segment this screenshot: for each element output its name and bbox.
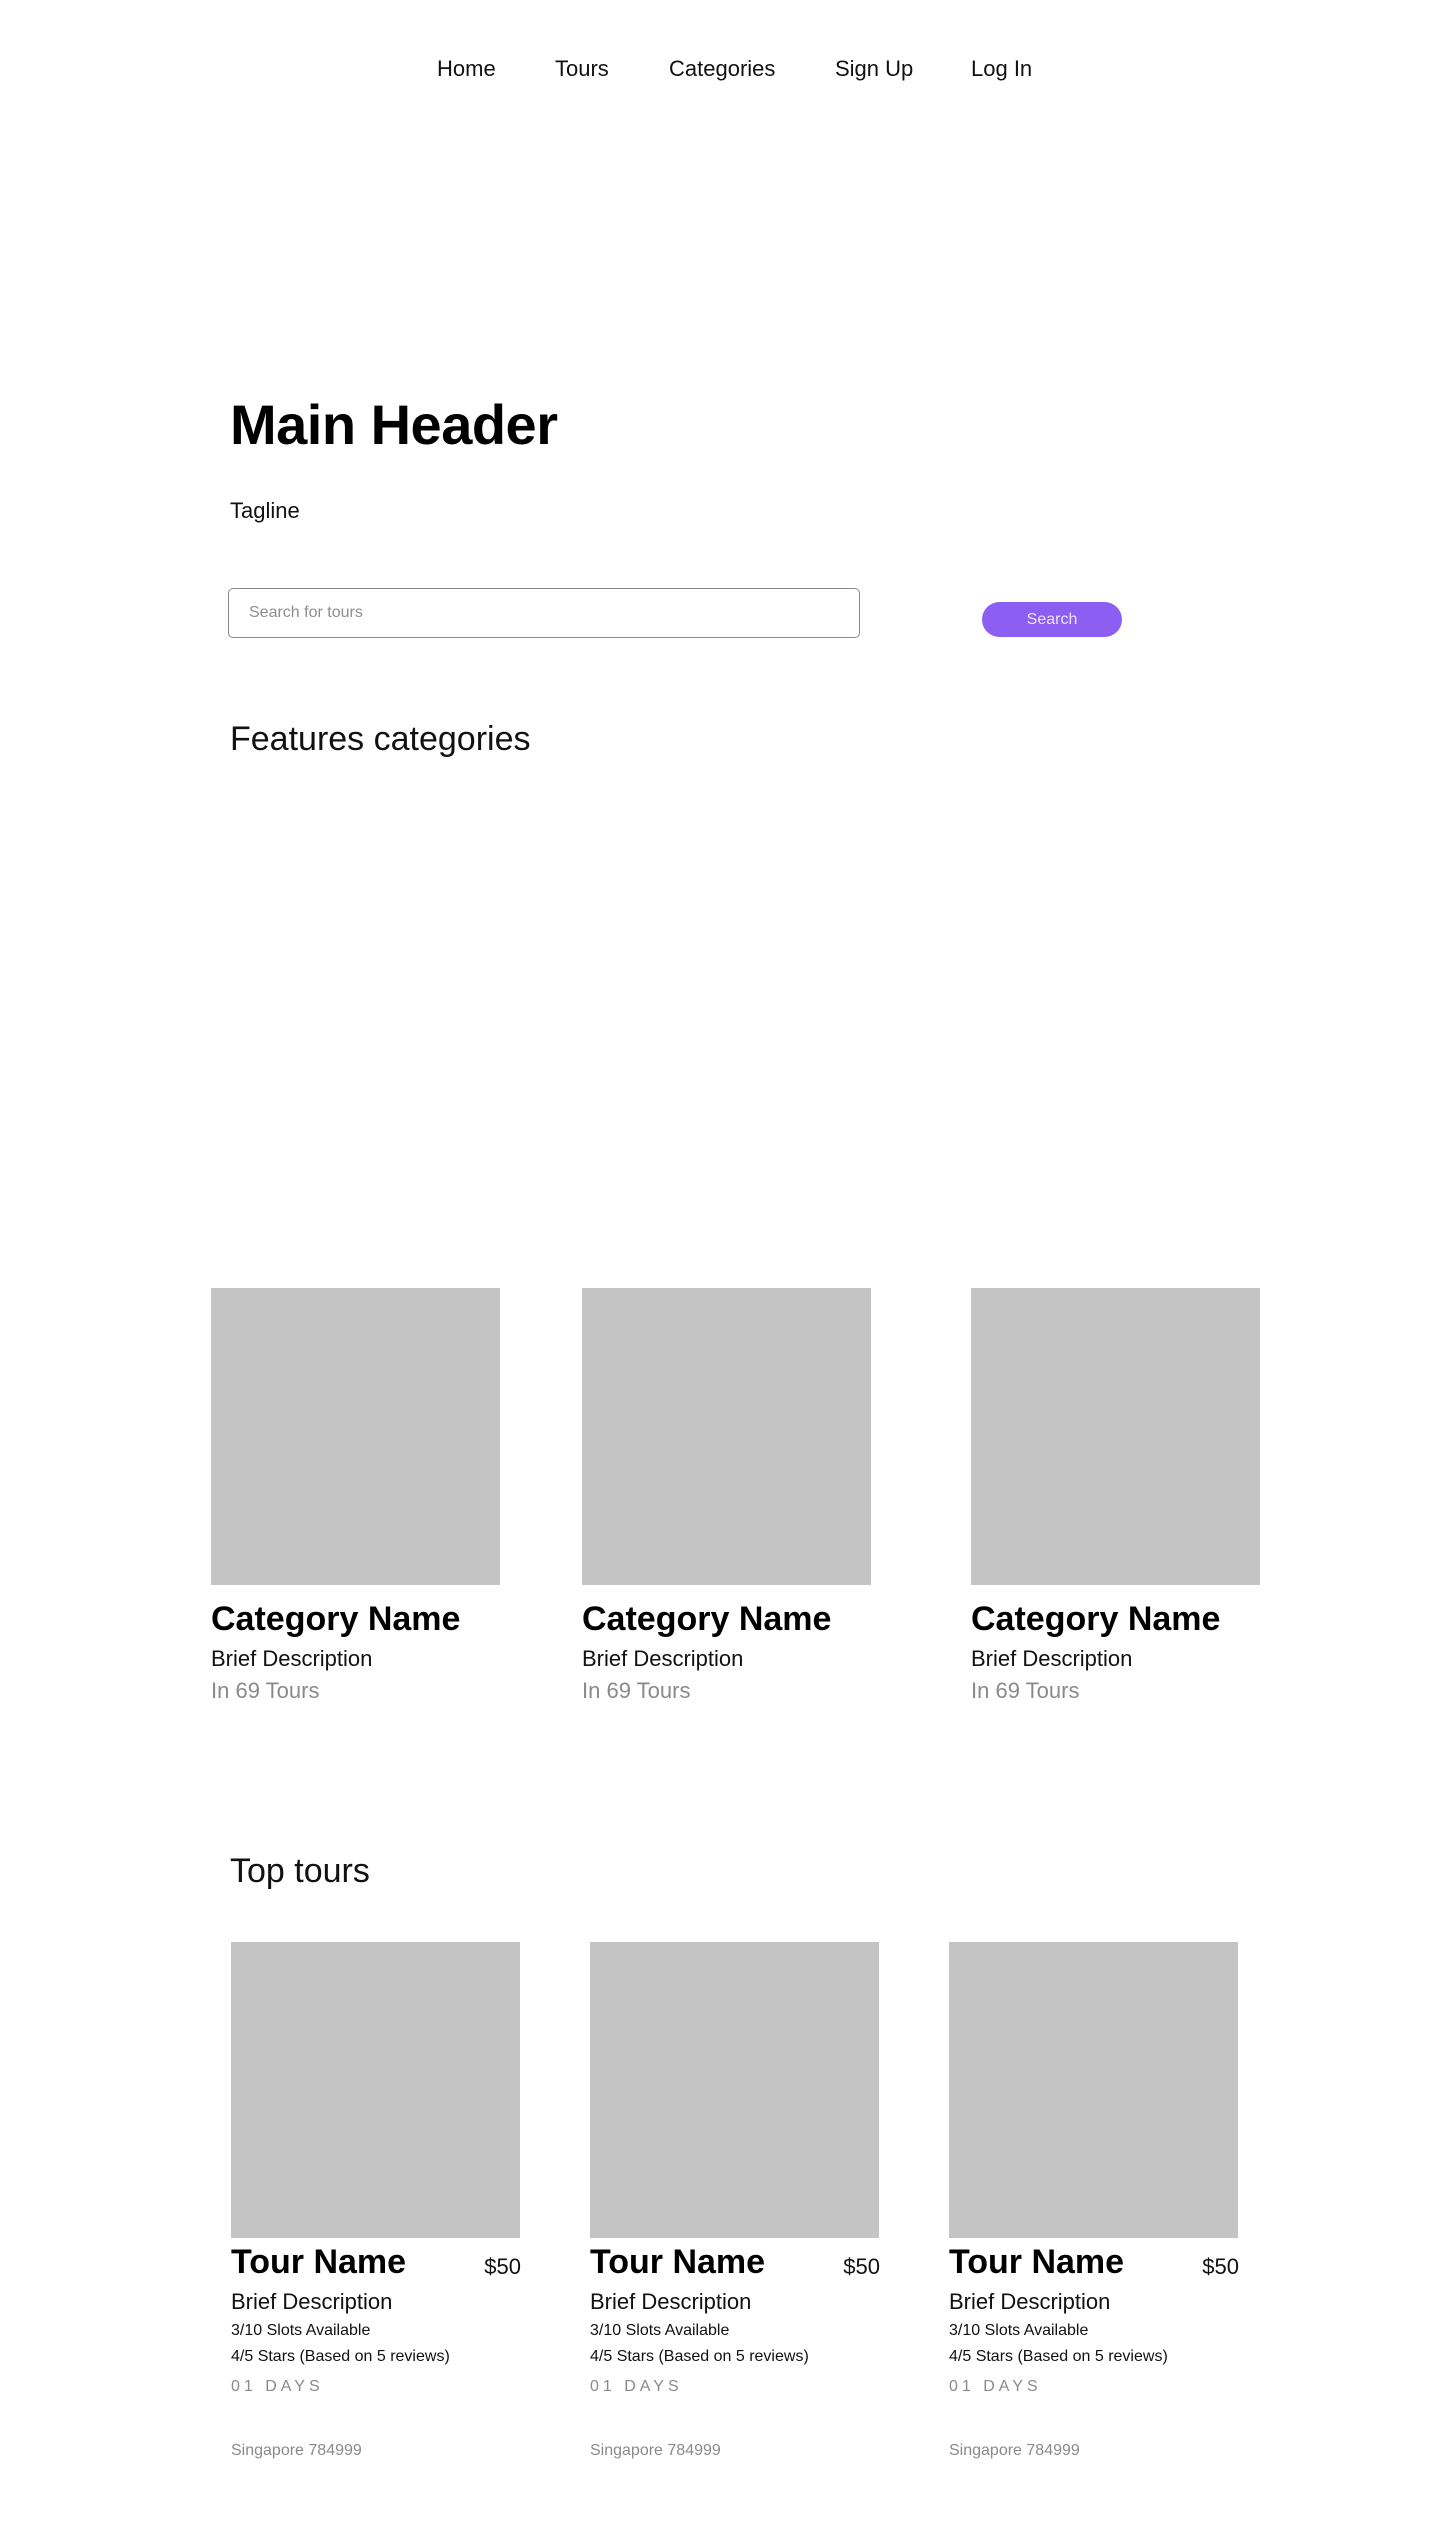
tour-name: Tour Name <box>231 2243 407 2281</box>
tour-rating: 4/5 Stars (Based on 5 reviews) <box>949 2348 1168 2365</box>
category-image <box>971 1288 1260 1585</box>
category-tour-count: In 69 Tours <box>582 1678 691 1703</box>
tour-price: $50 <box>484 2254 521 2279</box>
tour-card[interactable]: Tour Name $50 Brief Description 3/10 Slo… <box>590 1942 880 2462</box>
category-card[interactable]: Category Name Brief Description In 69 To… <box>971 1288 1261 1705</box>
tour-location: Singapore 784999 <box>949 2442 1080 2459</box>
category-description: Brief Description <box>582 1646 744 1671</box>
search-input[interactable] <box>228 588 860 638</box>
tour-location: Singapore 784999 <box>590 2442 721 2459</box>
top-tours-section-title: Top tours <box>230 1852 370 1890</box>
category-name: Category Name <box>971 1600 1221 1638</box>
tour-image <box>949 1942 1238 2238</box>
tour-location: Singapore 784999 <box>231 2442 362 2459</box>
nav-categories-link[interactable]: Categories <box>669 56 775 82</box>
tour-duration: 01 DAYS <box>590 2378 683 2395</box>
tour-card[interactable]: Tour Name $50 Brief Description 3/10 Slo… <box>949 1942 1239 2462</box>
tour-name: Tour Name <box>949 2243 1125 2281</box>
tour-description: Brief Description <box>590 2289 752 2314</box>
category-description: Brief Description <box>971 1646 1133 1671</box>
tour-name: Tour Name <box>590 2243 766 2281</box>
nav-home-link[interactable]: Home <box>437 56 496 82</box>
tour-slots: 3/10 Slots Available <box>231 2322 371 2339</box>
nav-login-link[interactable]: Log In <box>971 56 1032 82</box>
category-image <box>582 1288 871 1585</box>
tour-image <box>590 1942 879 2238</box>
category-card[interactable]: Category Name Brief Description In 69 To… <box>211 1288 501 1705</box>
category-name: Category Name <box>582 1600 832 1638</box>
tour-image <box>231 1942 520 2238</box>
tour-price: $50 <box>1202 2254 1239 2279</box>
tour-description: Brief Description <box>949 2289 1111 2314</box>
top-nav: Home Tours Categories Sign Up Log In <box>0 50 1440 90</box>
category-tour-count: In 69 Tours <box>971 1678 1080 1703</box>
tour-price: $50 <box>843 2254 880 2279</box>
category-tour-count: In 69 Tours <box>211 1678 320 1703</box>
tour-duration: 01 DAYS <box>231 2378 324 2395</box>
main-header: Main Header <box>230 393 558 456</box>
category-description: Brief Description <box>211 1646 373 1671</box>
tour-duration: 01 DAYS <box>949 2378 1042 2395</box>
category-name: Category Name <box>211 1600 461 1638</box>
tour-slots: 3/10 Slots Available <box>949 2322 1089 2339</box>
category-image <box>211 1288 500 1585</box>
tour-card[interactable]: Tour Name $50 Brief Description 3/10 Slo… <box>231 1942 521 2462</box>
search-button[interactable]: Search <box>982 602 1122 637</box>
tour-rating: 4/5 Stars (Based on 5 reviews) <box>231 2348 450 2365</box>
tagline: Tagline <box>230 498 300 523</box>
nav-tours-link[interactable]: Tours <box>555 56 609 82</box>
tour-rating: 4/5 Stars (Based on 5 reviews) <box>590 2348 809 2365</box>
tour-description: Brief Description <box>231 2289 393 2314</box>
features-section-title: Features categories <box>230 720 531 758</box>
category-card[interactable]: Category Name Brief Description In 69 To… <box>582 1288 872 1705</box>
tour-slots: 3/10 Slots Available <box>590 2322 730 2339</box>
nav-signup-link[interactable]: Sign Up <box>835 56 913 82</box>
